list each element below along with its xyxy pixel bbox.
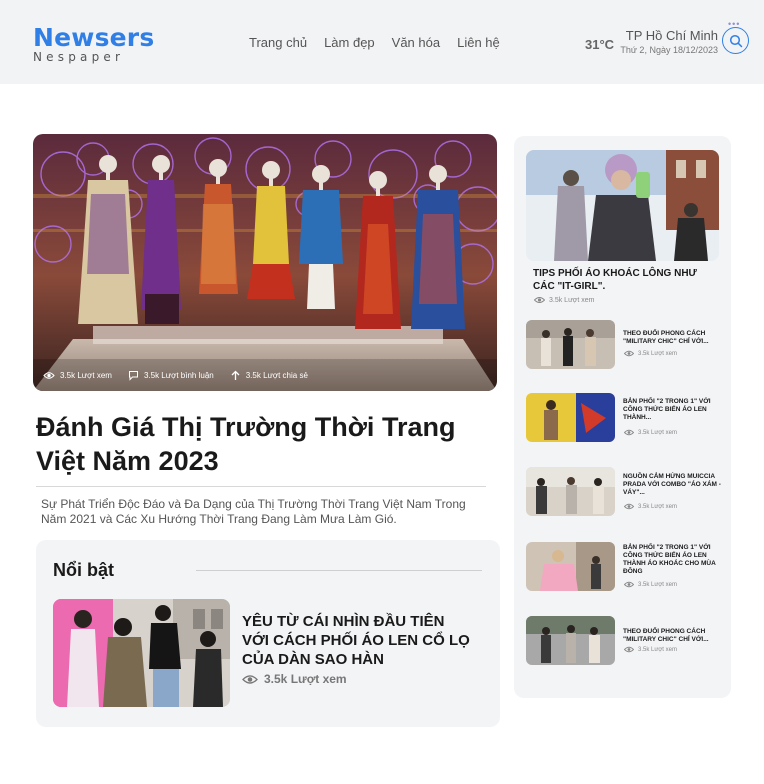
current-date: Thứ 2, Ngày 18/12/2023 bbox=[620, 45, 718, 55]
sidebar-top-views: 3.5k Lượt xem bbox=[534, 296, 594, 304]
sidebar-top-image[interactable] bbox=[526, 150, 719, 261]
sidebar-thumb-4-photo bbox=[526, 542, 615, 591]
nav-item-contact[interactable]: Liên hệ bbox=[457, 35, 500, 50]
sidebar-thumb-2 bbox=[526, 393, 615, 442]
main-nav: Trang chủ Làm đẹp Văn hóa Liên hệ bbox=[249, 35, 500, 50]
sidebar-views-2: 3.5k Lượt xem bbox=[624, 429, 677, 436]
hero-image[interactable]: 3.5k Lượt xem 3.5k Lượt bình luận 3.5k L… bbox=[33, 134, 497, 391]
sidebar-thumb-4 bbox=[526, 542, 615, 591]
share-arrow-icon bbox=[231, 370, 240, 380]
featured-views: 3.5k Lượt xem bbox=[242, 672, 347, 686]
featured-views-label: 3.5k Lượt xem bbox=[264, 672, 347, 686]
eye-icon bbox=[624, 581, 634, 588]
sidebar-views-label-5: 3.5k Lượt xem bbox=[638, 646, 677, 653]
eye-icon bbox=[624, 503, 634, 510]
sidebar-top-photo bbox=[526, 150, 719, 261]
sidebar-views-label-2: 3.5k Lượt xem bbox=[638, 429, 677, 436]
eye-icon bbox=[43, 372, 55, 379]
hero-photo bbox=[33, 134, 497, 391]
sidebar: TIPS PHỐI ÁO KHOÁC LÔNG NHƯ CÁC "IT-GIRL… bbox=[514, 136, 731, 698]
nav-item-beauty[interactable]: Làm đẹp bbox=[324, 35, 375, 50]
hero-shares-label: 3.5k Lượt chia sẻ bbox=[245, 371, 308, 380]
sidebar-article-5[interactable]: THEO ĐUỔI PHONG CÁCH "MILITARY CHIC" CHỈ… bbox=[526, 616, 726, 666]
sidebar-views-1: 3.5k Lượt xem bbox=[624, 350, 677, 357]
featured-image[interactable] bbox=[53, 599, 230, 707]
search-button[interactable] bbox=[722, 27, 749, 54]
sidebar-article-1[interactable]: THEO ĐUỔI PHONG CÁCH "MILITARY CHIC" CHỈ… bbox=[526, 320, 726, 370]
weather-temperature: 31°C bbox=[585, 37, 615, 52]
sidebar-title-5: THEO ĐUỔI PHONG CÁCH "MILITARY CHIC" CHỈ… bbox=[623, 628, 709, 643]
featured-article-title[interactable]: YÊU TỪ CÁI NHÌN ĐẦU TIÊN VỚI CÁCH PHỐI Á… bbox=[242, 612, 472, 669]
eye-icon bbox=[624, 429, 634, 436]
sidebar-thumb-1 bbox=[526, 320, 615, 369]
hero-views-label: 3.5k Lượt xem bbox=[60, 371, 112, 380]
site-header: Newsers Nespaper Trang chủ Làm đẹp Văn h… bbox=[0, 0, 764, 84]
featured-section: Nổi bật YÊU TỪ CÁI NHÌN ĐẦU TIÊN VỚI CÁC… bbox=[36, 540, 500, 727]
sidebar-title-3: NGUỒN CẢM HỨNG MUICCIA PRADA VỚI COMBO "… bbox=[623, 473, 721, 496]
location-city: TP Hồ Chí Minh bbox=[625, 28, 718, 43]
sidebar-thumb-3-photo bbox=[526, 467, 615, 516]
sidebar-views-5: 3.5k Lượt xem bbox=[624, 646, 677, 653]
hero-comments: 3.5k Lượt bình luận bbox=[128, 370, 214, 381]
hero-stats: 3.5k Lượt xem 3.5k Lượt bình luận 3.5k L… bbox=[43, 370, 308, 381]
sidebar-title-2: BẢN PHỐI "2 TRONG 1" VỚI CÔNG THỨC BIẾN … bbox=[623, 398, 711, 421]
featured-photo bbox=[53, 599, 230, 707]
main-article-title[interactable]: Đánh Giá Thị Trường Thời Trang Việt Năm … bbox=[36, 410, 456, 478]
sidebar-views-label-4: 3.5k Lượt xem bbox=[638, 581, 677, 588]
sidebar-thumb-3 bbox=[526, 467, 615, 516]
nav-item-home[interactable]: Trang chủ bbox=[249, 35, 307, 50]
eye-icon bbox=[624, 350, 634, 357]
search-icon bbox=[729, 34, 742, 47]
sidebar-article-2[interactable]: BẢN PHỐI "2 TRONG 1" VỚI CÔNG THỨC BIẾN … bbox=[526, 393, 726, 443]
sidebar-title-1: THEO ĐUỔI PHONG CÁCH "MILITARY CHIC" CHỈ… bbox=[623, 330, 709, 345]
title-divider bbox=[36, 486, 486, 487]
sidebar-top-views-label: 3.5k Lượt xem bbox=[549, 296, 595, 304]
hero-shares: 3.5k Lượt chia sẻ bbox=[230, 370, 308, 381]
site-logo[interactable]: Newsers Nespaper bbox=[33, 23, 155, 65]
eye-icon bbox=[534, 297, 545, 303]
location-block: TP Hồ Chí Minh Thứ 2, Ngày 18/12/2023 bbox=[614, 28, 718, 55]
sidebar-thumb-5 bbox=[526, 616, 615, 665]
hero-views: 3.5k Lượt xem bbox=[43, 371, 112, 380]
logo-sub-text: Nespaper bbox=[33, 50, 125, 64]
logo-main-text: Newsers bbox=[33, 23, 155, 52]
sidebar-views-label-3: 3.5k Lượt xem bbox=[638, 503, 677, 510]
sidebar-article-3[interactable]: NGUỒN CẢM HỨNG MUICCIA PRADA VỚI COMBO "… bbox=[526, 467, 726, 517]
sidebar-title-4: BẢN PHỐI "2 TRONG 1" VỚI CÔNG THỨC BIẾN … bbox=[623, 544, 716, 575]
sidebar-article-4[interactable]: BẢN PHỐI "2 TRONG 1" VỚI CÔNG THỨC BIẾN … bbox=[526, 542, 726, 592]
hero-comments-label: 3.5k Lượt bình luận bbox=[143, 371, 214, 380]
comment-icon bbox=[128, 371, 138, 381]
featured-heading: Nổi bật bbox=[53, 560, 114, 580]
eye-icon bbox=[242, 674, 258, 684]
sidebar-thumb-5-photo bbox=[526, 616, 615, 665]
main-article-summary: Sự Phát Triển Độc Đáo và Đa Dạng của Thị… bbox=[41, 497, 466, 526]
featured-divider bbox=[196, 570, 482, 571]
sidebar-views-label-1: 3.5k Lượt xem bbox=[638, 350, 677, 357]
sidebar-views-3: 3.5k Lượt xem bbox=[624, 503, 677, 510]
eye-icon bbox=[624, 646, 634, 653]
sidebar-thumb-1-photo bbox=[526, 320, 615, 369]
sidebar-top-title[interactable]: TIPS PHỐI ÁO KHOÁC LÔNG NHƯ CÁC "IT-GIRL… bbox=[533, 267, 713, 293]
sidebar-views-4: 3.5k Lượt xem bbox=[624, 581, 677, 588]
nav-item-culture[interactable]: Văn hóa bbox=[392, 35, 440, 50]
sidebar-thumb-2-photo bbox=[526, 393, 615, 442]
